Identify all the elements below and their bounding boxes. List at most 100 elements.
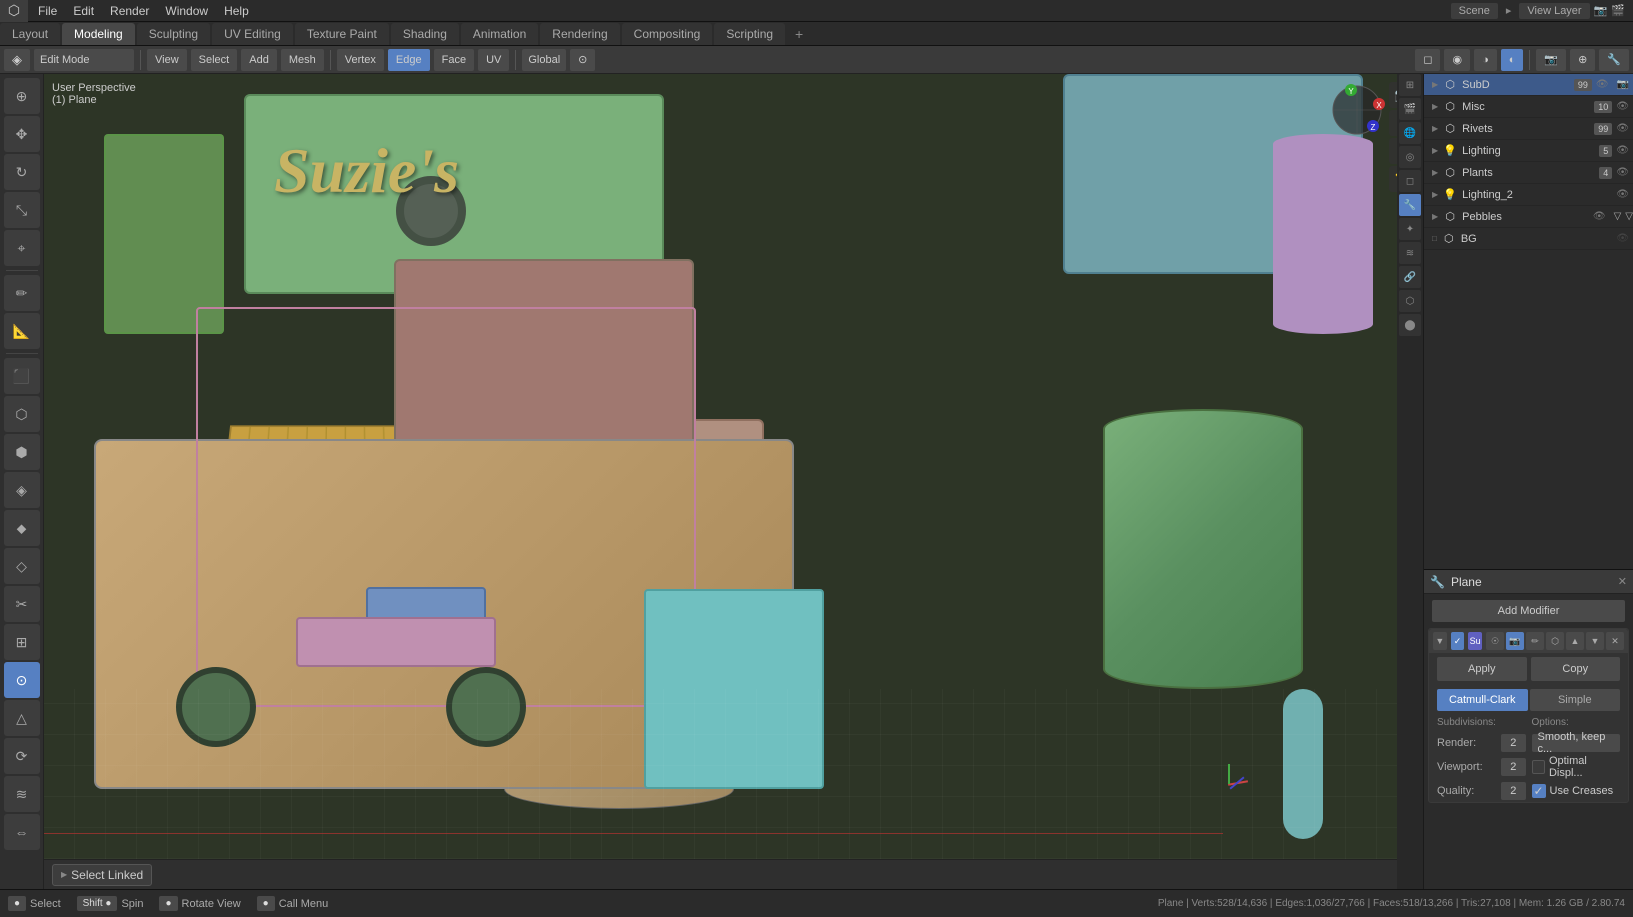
- outliner-item-pebbles[interactable]: ▶ ⬡ Pebbles 👁 ▽ ▽: [1424, 206, 1633, 228]
- camera-btn[interactable]: 📷: [1536, 49, 1566, 71]
- poly-build-tool[interactable]: △: [4, 700, 40, 736]
- props-icon-output[interactable]: ⊞: [1399, 74, 1421, 96]
- mod-realtime-btn[interactable]: ☉: [1486, 632, 1504, 650]
- catmull-clark-tab[interactable]: Catmull-Clark: [1437, 689, 1528, 711]
- tab-modeling[interactable]: Modeling: [62, 23, 135, 45]
- render-shading-btn[interactable]: ◐: [1501, 49, 1524, 71]
- visibility-icon[interactable]: 👁: [1593, 211, 1610, 222]
- tab-shading[interactable]: Shading: [391, 23, 459, 45]
- transform-tool[interactable]: ⌖: [4, 230, 40, 266]
- props-icon-data[interactable]: ⬡: [1399, 290, 1421, 312]
- nav-gizmo-sphere[interactable]: X Y Z: [1329, 82, 1385, 138]
- props-icon-modifiers[interactable]: 🔧: [1399, 194, 1421, 216]
- visibility-icon[interactable]: 👁: [1616, 189, 1633, 200]
- copy-btn[interactable]: Copy: [1531, 657, 1621, 681]
- tab-texture-paint[interactable]: Texture Paint: [295, 23, 389, 45]
- 3d-viewport[interactable]: Suzie's: [44, 74, 1423, 889]
- proportional-btn[interactable]: ⊙: [570, 49, 595, 71]
- tab-animation[interactable]: Animation: [461, 23, 538, 45]
- edge-btn[interactable]: Edge: [388, 49, 430, 71]
- move-tool[interactable]: ✥: [4, 116, 40, 152]
- mod-edit-btn[interactable]: ✏: [1526, 632, 1544, 650]
- use-creases-checkbox[interactable]: ✓: [1532, 784, 1546, 798]
- props-icon-scene[interactable]: 🌐: [1399, 122, 1421, 144]
- render-icon[interactable]: 📷: [1594, 4, 1608, 17]
- viewport-value[interactable]: 2: [1501, 758, 1526, 776]
- uv-btn[interactable]: UV: [478, 49, 509, 71]
- scene-overlay-btn[interactable]: ⊕: [1570, 49, 1595, 71]
- scene-selector[interactable]: Scene: [1451, 3, 1498, 19]
- modifier-expand-icon[interactable]: ▼: [1433, 632, 1447, 650]
- cursor-tool[interactable]: ⊕: [4, 78, 40, 114]
- outliner-item-misc[interactable]: ▶ ⬡ Misc 10 👁: [1424, 96, 1633, 118]
- visibility-icon[interactable]: 👁: [1616, 167, 1633, 178]
- transform-dropdown[interactable]: Global: [522, 49, 566, 71]
- offset-edge-tool[interactable]: ◇: [4, 548, 40, 584]
- render-value[interactable]: 2: [1501, 734, 1526, 752]
- tab-uv-editing[interactable]: UV Editing: [212, 23, 293, 45]
- visibility-icon[interactable]: 👁: [1616, 101, 1633, 112]
- visibility-icon[interactable]: 👁: [1616, 123, 1633, 134]
- tab-scripting[interactable]: Scripting: [714, 23, 785, 45]
- add-modifier-btn[interactable]: Add Modifier: [1432, 600, 1625, 622]
- scale-tool[interactable]: ⤡: [4, 192, 40, 228]
- props-close-btn[interactable]: ✕: [1618, 575, 1627, 588]
- modifier-check-icon[interactable]: ✓: [1451, 632, 1465, 650]
- add-cube-tool[interactable]: ⬛: [4, 358, 40, 394]
- add-btn[interactable]: Add: [241, 49, 277, 71]
- knife-tool[interactable]: ✂: [4, 586, 40, 622]
- mod-cage-btn[interactable]: ⬡: [1546, 632, 1564, 650]
- solid-btn[interactable]: ◉: [1444, 49, 1470, 71]
- quality-value[interactable]: 2: [1501, 782, 1526, 800]
- props-icon-physics[interactable]: ≋: [1399, 242, 1421, 264]
- rotate-tool[interactable]: ↻: [4, 154, 40, 190]
- mode-icon-btn[interactable]: ◈: [4, 49, 30, 71]
- material-btn[interactable]: ◑: [1474, 49, 1497, 71]
- apply-btn[interactable]: Apply: [1437, 657, 1527, 681]
- annotate-tool[interactable]: ✏: [4, 275, 40, 311]
- inset-tool[interactable]: ⬢: [4, 434, 40, 470]
- visibility-icon[interactable]: 👁: [1616, 145, 1633, 156]
- tab-compositing[interactable]: Compositing: [622, 23, 713, 45]
- props-icon-view[interactable]: 🎬: [1399, 98, 1421, 120]
- optimal-checkbox[interactable]: [1532, 760, 1545, 774]
- mod-close-btn[interactable]: ✕: [1606, 632, 1624, 650]
- tab-rendering[interactable]: Rendering: [540, 23, 619, 45]
- outliner-item-lighting[interactable]: ▶ 💡 Lighting 5 👁: [1424, 140, 1633, 162]
- wireframe-btn[interactable]: ◻: [1415, 49, 1440, 71]
- select-btn[interactable]: Select: [191, 49, 238, 71]
- mesh-btn[interactable]: Mesh: [281, 49, 324, 71]
- menu-edit[interactable]: Edit: [65, 0, 102, 22]
- outliner-item-bg[interactable]: □ ⬡ BG 👁: [1424, 228, 1633, 250]
- props-icon-constraints[interactable]: 🔗: [1399, 266, 1421, 288]
- blender-logo[interactable]: ⬡: [0, 0, 28, 22]
- bevel-tool[interactable]: ◈: [4, 472, 40, 508]
- smooth-dropdown[interactable]: Smooth, keep c...: [1532, 734, 1621, 752]
- active-tool[interactable]: ⊙: [4, 662, 40, 698]
- view-layer-selector[interactable]: View Layer: [1519, 3, 1589, 19]
- face-btn[interactable]: Face: [434, 49, 474, 71]
- menu-file[interactable]: File: [30, 0, 65, 22]
- smooth-tool[interactable]: ≋: [4, 776, 40, 812]
- props-icon-object[interactable]: ◻: [1399, 170, 1421, 192]
- mod-render-btn[interactable]: 📷: [1506, 632, 1524, 650]
- menu-help[interactable]: Help: [216, 0, 257, 22]
- loop-cut-tool[interactable]: ⬥: [4, 510, 40, 546]
- measure-tool[interactable]: 📐: [4, 313, 40, 349]
- outliner-item-rivets[interactable]: ▶ ⬡ Rivets 99 👁: [1424, 118, 1633, 140]
- mode-dropdown[interactable]: Edit Mode: [34, 49, 134, 71]
- bisect-tool[interactable]: ⊞: [4, 624, 40, 660]
- visibility-icon[interactable]: 👁: [1596, 79, 1613, 90]
- vertex-btn[interactable]: Vertex: [337, 49, 384, 71]
- snapping-btn[interactable]: 🔧: [1599, 49, 1629, 71]
- slide-tool[interactable]: ⇔: [4, 814, 40, 850]
- extrude-tool[interactable]: ⬡: [4, 396, 40, 432]
- props-icon-particles[interactable]: ✦: [1399, 218, 1421, 240]
- outliner-item-lighting2[interactable]: ▶ 💡 Lighting_2 👁: [1424, 184, 1633, 206]
- view-btn[interactable]: View: [147, 49, 187, 71]
- outliner-item-subd[interactable]: ▶ ⬡ SubD 99 👁 📷: [1424, 74, 1633, 96]
- simple-tab[interactable]: Simple: [1530, 689, 1621, 711]
- outliner-item-plants[interactable]: ▶ ⬡ Plants 4 👁: [1424, 162, 1633, 184]
- tab-sculpting[interactable]: Sculpting: [137, 23, 210, 45]
- tab-layout[interactable]: Layout: [0, 23, 60, 45]
